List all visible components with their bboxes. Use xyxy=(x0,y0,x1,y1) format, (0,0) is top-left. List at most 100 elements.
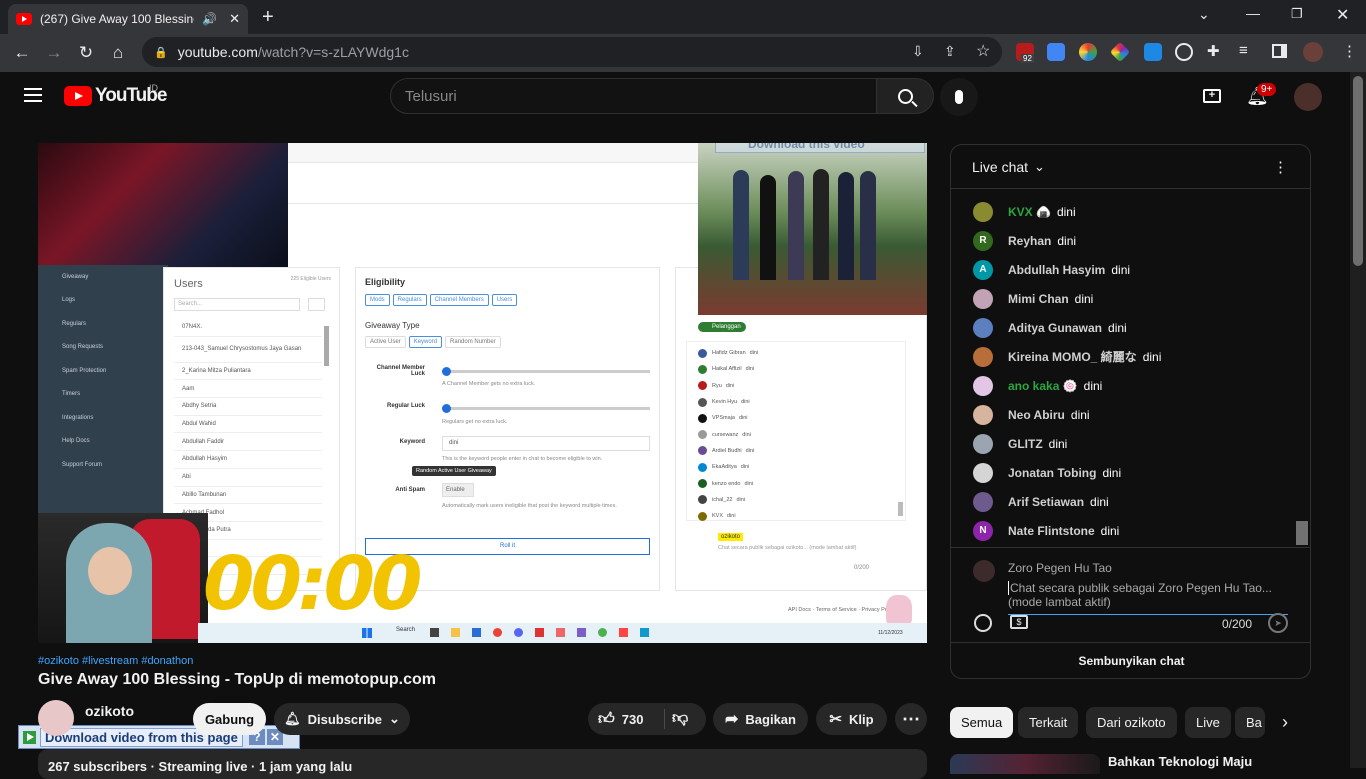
speaker-icon[interactable]: 🔊 xyxy=(202,12,217,26)
restore-icon[interactable]: ❐ xyxy=(1291,6,1303,22)
forward-arrow-icon[interactable]: → xyxy=(38,37,70,69)
install-icon[interactable]: ⇩ xyxy=(912,43,924,60)
live-chat-title[interactable]: Live chat xyxy=(972,159,1028,175)
user-row[interactable]: Aam xyxy=(174,380,322,399)
chat-author-avatar[interactable]: N xyxy=(973,520,993,541)
sidebar-item-giveaway[interactable]: Giveaway xyxy=(38,265,168,289)
share-button[interactable]: ➦ Bagikan xyxy=(713,703,808,735)
media-queue-icon[interactable]: ≡ xyxy=(1239,42,1248,59)
recommended-thumbnail[interactable] xyxy=(950,754,1100,774)
chat-author-avatar[interactable] xyxy=(973,433,993,454)
chat-message[interactable]: GLITZ dini xyxy=(951,429,1293,458)
regular-luck-slider[interactable] xyxy=(442,404,650,413)
clip-button[interactable]: ✂ Klip xyxy=(816,703,887,735)
chat-author-avatar[interactable]: R xyxy=(973,230,993,251)
recommended-title[interactable]: Bahkan Teknologi Maju xyxy=(1108,754,1252,769)
profile-avatar[interactable] xyxy=(1303,42,1323,62)
sidebar-item-logs[interactable]: Logs xyxy=(38,289,168,313)
hide-chat-button[interactable]: Sembunyikan chat xyxy=(951,642,1310,678)
eligibility-tab-channel-members[interactable]: Channel Members xyxy=(429,294,489,306)
chips-next-icon[interactable]: › xyxy=(1282,712,1288,733)
chat-message[interactable]: N Nate Flintstone dini xyxy=(951,516,1293,545)
user-row[interactable]: Abdul Wahid xyxy=(174,416,322,434)
chat-message[interactable]: Aditya Gunawan dini xyxy=(951,313,1293,342)
create-video-icon[interactable]: + xyxy=(1203,89,1221,103)
sidebar-item-spam-protection[interactable]: Spam Protection xyxy=(38,359,168,383)
chat-author-avatar[interactable] xyxy=(973,491,993,512)
reload-icon[interactable]: ↻ xyxy=(70,37,102,69)
voice-search-button[interactable] xyxy=(940,78,978,116)
app-chat-input[interactable]: Chat secara publik sebagai ozikoto... (m… xyxy=(718,545,857,551)
chat-author-avatar[interactable] xyxy=(973,317,993,338)
chat-message-input[interactable]: Chat secara publik sebagai Zoro Pegen Hu… xyxy=(1008,581,1288,615)
chat-author-name[interactable]: Reyhan xyxy=(1008,234,1051,248)
send-icon[interactable]: ➤ xyxy=(1268,613,1288,633)
chat-author-avatar[interactable] xyxy=(973,201,993,222)
docs-extension-icon[interactable] xyxy=(1144,43,1162,61)
page-scrollbar[interactable] xyxy=(1350,72,1366,768)
anti-spam-toggle[interactable]: Enable xyxy=(442,483,474,497)
user-row[interactable]: 213-043_Samuel Chrysostomus Jaya Gasan xyxy=(174,337,322,363)
new-tab-icon[interactable]: + xyxy=(262,6,274,29)
user-row[interactable]: Abi xyxy=(174,469,322,487)
side-panel-icon[interactable] xyxy=(1272,44,1287,58)
chip-all[interactable]: Semua xyxy=(950,707,1014,738)
join-button[interactable]: Gabung xyxy=(193,703,266,735)
channel-name[interactable]: ozikoto xyxy=(85,703,134,719)
type-tab-keyword[interactable]: Keyword xyxy=(408,336,443,348)
chat-author-name[interactable]: GLITZ xyxy=(1008,437,1043,451)
chat-message[interactable]: Jonatan Tobing dini xyxy=(951,458,1293,487)
sidebar-item-integrations[interactable]: Integrations xyxy=(38,406,168,430)
address-field[interactable]: 🔒 youtube.com/watch?v=s-zLAYWdg1c ⇩ ⇪ ☆ xyxy=(142,37,1002,67)
taskbar-search[interactable]: Search xyxy=(388,627,415,633)
chat-author-name[interactable]: Nate Flintstone xyxy=(1008,524,1095,538)
chat-message[interactable]: ano kaka 🍥 dini xyxy=(951,371,1293,400)
chip-related[interactable]: Terkait xyxy=(1018,707,1079,738)
eligibility-tab-mods[interactable]: Mods xyxy=(365,294,390,306)
hamburger-menu-icon[interactable] xyxy=(24,88,42,102)
sidebar-item-timers[interactable]: Timers xyxy=(38,383,168,407)
chat-author-name[interactable]: Aditya Gunawan xyxy=(1008,321,1102,335)
user-row[interactable]: Abdhy Setria xyxy=(174,398,322,416)
users-search-button[interactable] xyxy=(308,298,325,311)
chat-author-avatar[interactable] xyxy=(973,346,993,367)
chat-author-name[interactable]: Jonatan Tobing xyxy=(1008,466,1096,480)
app-chat-list-scrollbar[interactable] xyxy=(898,502,903,516)
description-box[interactable]: 267 subscribers · Streaming live · 1 jam… xyxy=(38,749,927,779)
channel-member-luck-slider[interactable] xyxy=(442,367,650,376)
search-input[interactable]: Telusuri xyxy=(390,78,878,114)
chat-message[interactable]: A Abdullah Hasyim dini xyxy=(951,255,1293,284)
chat-author-avatar[interactable] xyxy=(973,288,993,309)
translate-extension-icon[interactable] xyxy=(1047,43,1065,61)
super-chat-icon[interactable]: $ xyxy=(1010,615,1028,629)
sidebar-item-regulars[interactable]: Regulars xyxy=(38,312,168,336)
sidebar-item-song-requests[interactable]: Song Requests xyxy=(38,336,168,360)
tab-search-icon[interactable]: ⌄ xyxy=(1198,6,1210,23)
chat-author-avatar[interactable] xyxy=(973,404,993,425)
keyword-input[interactable]: dini xyxy=(442,436,650,451)
bookmark-star-icon[interactable]: ☆ xyxy=(976,41,990,61)
chrome-menu-icon[interactable]: ⋮ xyxy=(1342,42,1357,60)
chat-author-avatar[interactable] xyxy=(973,462,993,483)
users-search-input[interactable]: Search... xyxy=(174,298,300,311)
chat-message[interactable]: Kireina MOMO_ 綺麗な dini xyxy=(951,342,1293,371)
channel-avatar[interactable] xyxy=(38,700,74,736)
chat-author-avatar[interactable] xyxy=(973,375,993,396)
chat-more-icon[interactable]: ⋮ xyxy=(1273,158,1288,176)
eligibility-tab-users[interactable]: Users xyxy=(491,294,518,306)
chat-message[interactable]: KVX 🍙 dini xyxy=(951,197,1293,226)
chat-author-name[interactable]: Neo Abiru xyxy=(1008,408,1065,422)
home-icon[interactable]: ⌂ xyxy=(102,37,134,69)
user-row[interactable]: 07N4X. xyxy=(174,319,322,337)
chat-author-name[interactable]: KVX 🍙 xyxy=(1008,205,1051,219)
windows-start-icon[interactable] xyxy=(362,628,372,638)
chip-live[interactable]: Live xyxy=(1185,707,1231,738)
colorzilla-extension-icon[interactable] xyxy=(1079,43,1097,61)
user-row[interactable]: Abdullah Faddir xyxy=(174,433,322,452)
subscribed-button[interactable]: 🔔︎ Disubscribe ⌄ xyxy=(274,703,410,735)
user-row[interactable]: Abillo Tambunan xyxy=(174,487,322,505)
user-row[interactable]: Abdullah Hasyim xyxy=(174,451,322,469)
chat-author-avatar[interactable]: A xyxy=(973,259,993,280)
window-close-icon[interactable]: ✕ xyxy=(1336,5,1349,25)
type-tab-random-number[interactable]: Random Number xyxy=(445,336,501,348)
